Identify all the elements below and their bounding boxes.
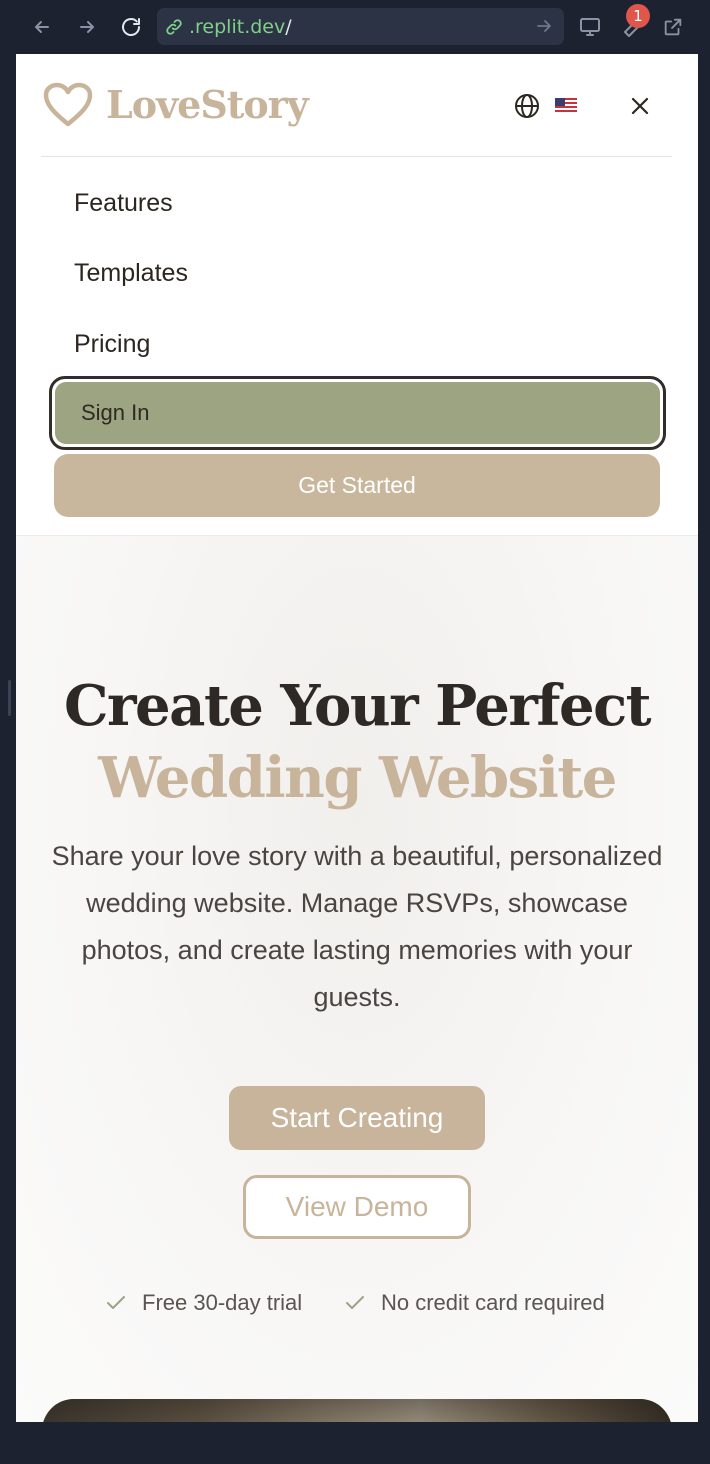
us-flag-icon[interactable] (555, 98, 577, 113)
perk-item: Free 30-day trial (106, 1290, 302, 1316)
link-icon (166, 18, 182, 35)
arrow-left-icon (35, 21, 49, 33)
perk-item: No credit card required (345, 1290, 605, 1316)
url-path: / (285, 15, 292, 38)
hero-title: Create Your Perfect Wedding Website (16, 670, 698, 814)
monitor-icon (580, 18, 600, 36)
bottom-frame (0, 1422, 710, 1464)
reload-button[interactable] (117, 13, 145, 41)
hero-title-line2: Wedding Website (98, 745, 617, 811)
left-frame (0, 54, 16, 1422)
header-divider (41, 156, 672, 157)
get-started-button[interactable]: Get Started (54, 454, 660, 517)
logo-text[interactable]: LoveStory (106, 82, 309, 127)
browser-toolbar: .replit.dev/ 1 (0, 0, 710, 54)
perk-label: Free 30-day trial (142, 1290, 303, 1315)
url-text: .replit.dev/ (189, 16, 292, 38)
url-host: .replit.dev (189, 15, 286, 38)
forward-button[interactable] (73, 13, 101, 41)
back-button[interactable] (28, 13, 56, 41)
external-link-icon (664, 18, 682, 36)
heart-icon[interactable] (43, 82, 93, 133)
device-preview-button[interactable] (576, 13, 604, 41)
mobile-menu: LoveStory Features Templates Pricing Sig… (16, 54, 698, 536)
page-viewport: LoveStory Features Templates Pricing Sig… (16, 54, 698, 1422)
site-header: LoveStory (16, 54, 698, 157)
check-icon (346, 1296, 364, 1309)
hero-section: Create Your Perfect Wedding Website Shar… (16, 536, 698, 1422)
go-button[interactable] (534, 16, 554, 41)
address-bar[interactable]: .replit.dev/ (157, 8, 564, 45)
globe-icon[interactable] (514, 93, 540, 124)
menu-item-templates[interactable]: Templates (74, 259, 188, 288)
close-icon[interactable] (628, 94, 652, 123)
sign-in-button[interactable]: Sign In (49, 376, 666, 450)
view-demo-button[interactable]: View Demo (243, 1175, 471, 1239)
sign-in-label: Sign In (55, 382, 660, 444)
check-icon (107, 1296, 125, 1309)
menu-item-pricing[interactable]: Pricing (74, 330, 150, 359)
arrow-right-icon (80, 21, 94, 33)
open-new-tab-button[interactable] (659, 13, 687, 41)
perk-label: No credit card required (381, 1290, 605, 1315)
right-frame (698, 54, 710, 1422)
hero-title-line1: Create Your Perfect (63, 673, 652, 739)
start-creating-button[interactable]: Start Creating (229, 1086, 485, 1150)
resize-handle[interactable] (8, 680, 11, 716)
hero-subtitle: Share your love story with a beautiful, … (51, 841, 663, 1012)
arrow-right-icon (537, 20, 551, 32)
menu-item-features[interactable]: Features (74, 189, 173, 218)
reload-icon (122, 18, 140, 36)
notification-badge: 1 (626, 4, 650, 28)
hero-photo (42, 1399, 672, 1422)
